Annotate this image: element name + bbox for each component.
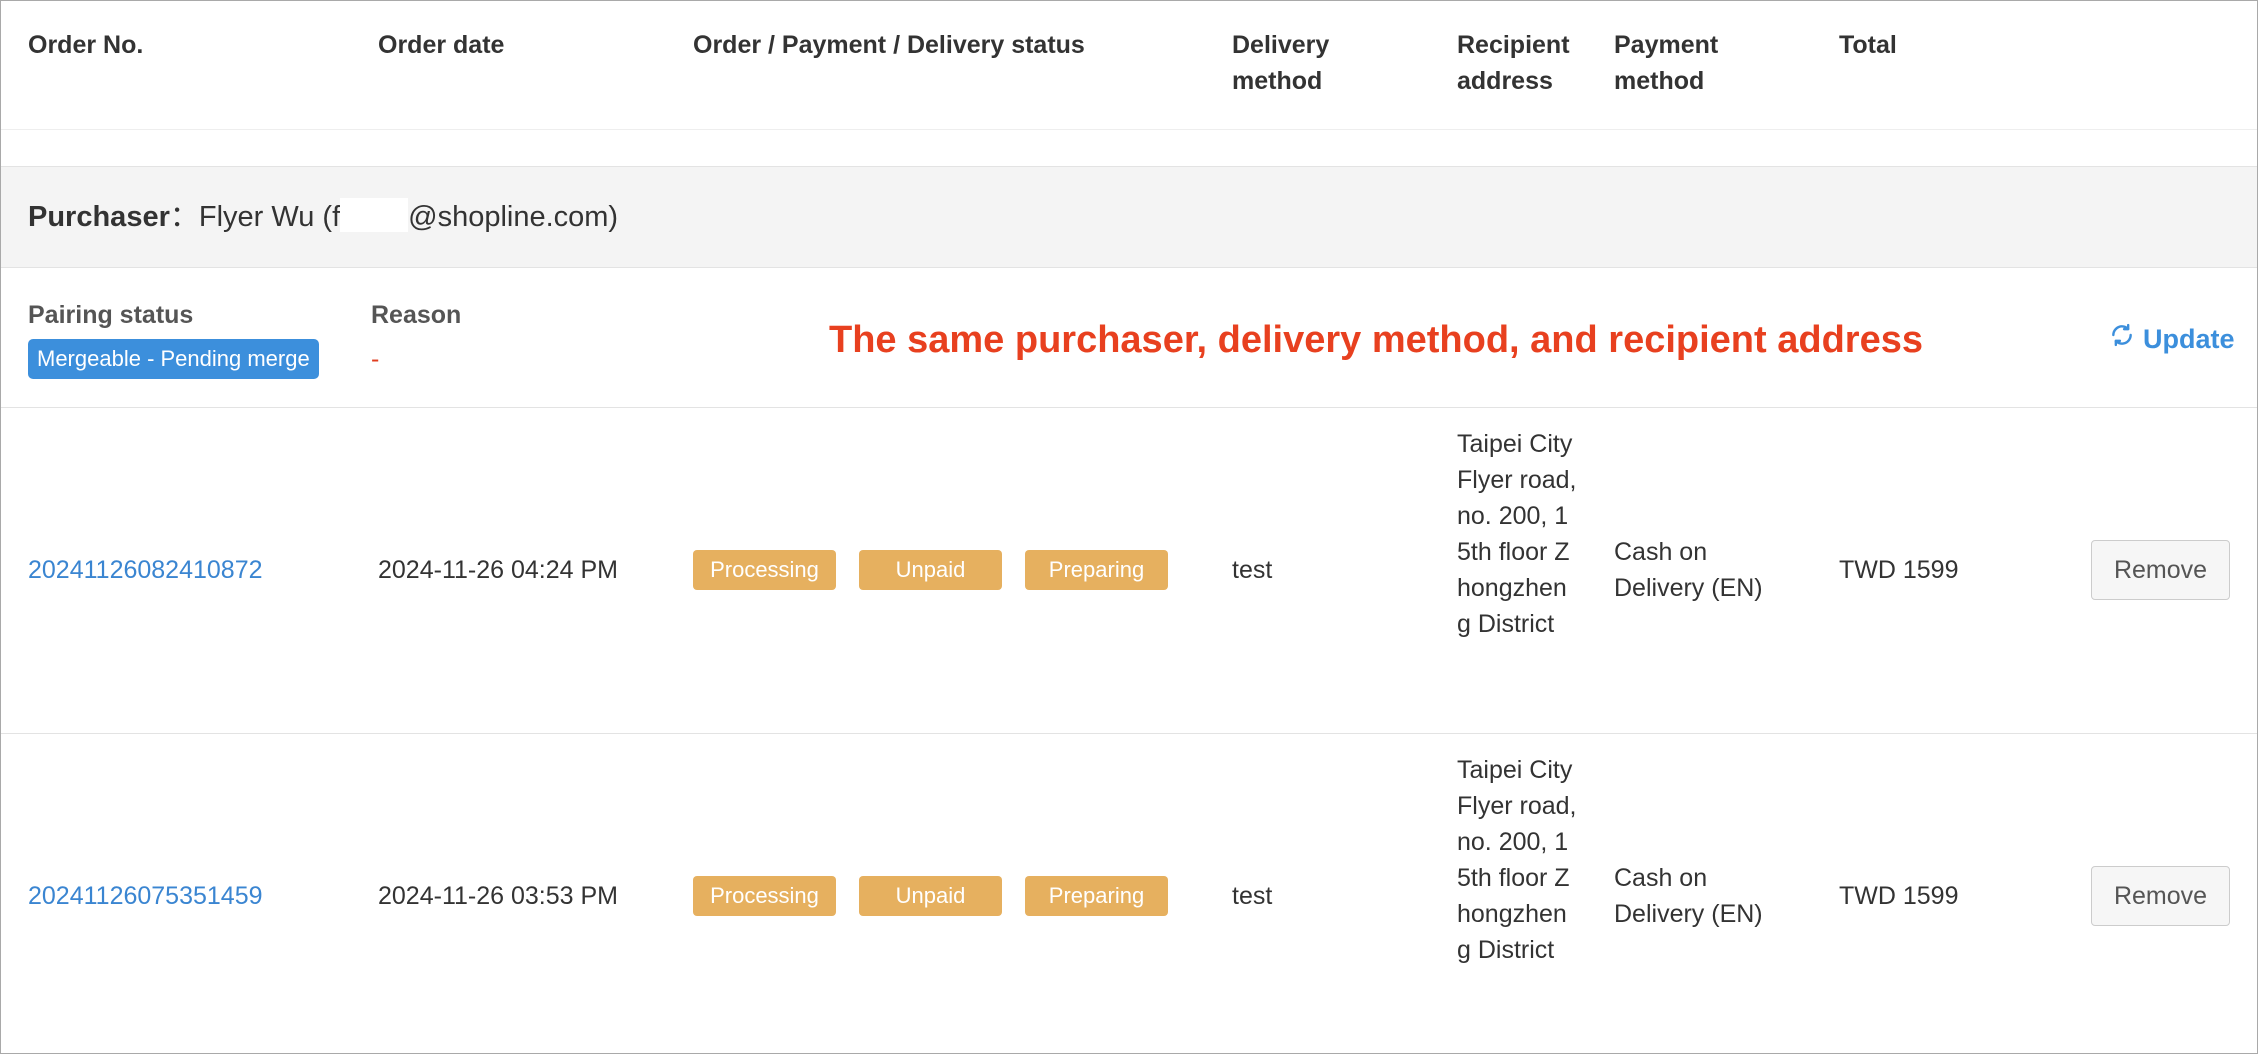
column-header-order-date: Order date (378, 31, 505, 59)
delivery-status-badge: Preparing (1025, 550, 1168, 590)
payment-status-badge: Unpaid (859, 550, 1002, 590)
order-number-link[interactable]: 20241126075351459 (28, 878, 263, 914)
annotation-text: The same purchaser, delivery method, and… (829, 319, 1923, 361)
payment-status-badge: Unpaid (859, 876, 1002, 916)
order-date: 2024-11-26 03:53 PM (378, 882, 618, 910)
order-number-link[interactable]: 20241126082410872 (28, 552, 263, 588)
pairing-status-row: Pairing status Mergeable - Pending merge… (1, 267, 2257, 408)
column-header-total: Total (1839, 31, 1897, 59)
column-header-payment-method: Payment method (1614, 31, 1719, 95)
update-label: Update (2143, 324, 2235, 354)
table-header: Order No. Order date Order / Payment / D… (1, 1, 2257, 130)
table-row: 20241126082410872 2024-11-26 04:24 PM Pr… (1, 408, 2257, 734)
order-date: 2024-11-26 04:24 PM (378, 556, 618, 584)
redacted-email-block (340, 198, 409, 233)
purchaser-info: Purchaser：Flyer Wu (f @shopline.com) (28, 198, 619, 235)
order-status-badge: Processing (693, 550, 836, 590)
remove-button[interactable]: Remove (2091, 866, 2230, 926)
delivery-method: test (1232, 882, 1273, 910)
refresh-icon (2109, 321, 2135, 357)
orders-merge-panel: Order No. Order date Order / Payment / D… (0, 0, 2258, 1054)
update-button[interactable]: Update (2109, 321, 2235, 357)
purchaser-separator: ： (169, 201, 199, 233)
payment-method: Cash on Delivery (EN) (1614, 538, 1763, 602)
delivery-method: test (1232, 556, 1273, 584)
order-total: TWD 1599 (1839, 882, 1959, 910)
column-header-delivery-method: Delivery method (1232, 31, 1330, 95)
delivery-status-badge: Preparing (1025, 876, 1168, 916)
payment-method: Cash on Delivery (EN) (1614, 864, 1763, 928)
recipient-address: Taipei City Flyer road, no. 200, 15th fl… (1457, 430, 1577, 638)
pairing-status-label: Pairing status (28, 301, 194, 329)
purchaser-bar: Purchaser：Flyer Wu (f @shopline.com) (1, 166, 2257, 268)
order-total: TWD 1599 (1839, 556, 1959, 584)
purchaser-email-domain: @shopline.com) (408, 201, 619, 233)
pairing-status-badge: Mergeable - Pending merge (28, 339, 319, 379)
reason-label: Reason (371, 301, 462, 329)
column-header-recipient-address: Recipient address (1457, 31, 1570, 95)
purchaser-label: Purchaser (28, 201, 170, 233)
recipient-address: Taipei City Flyer road, no. 200, 15th fl… (1457, 756, 1577, 964)
column-header-status: Order / Payment / Delivery status (693, 31, 1085, 59)
purchaser-name: Flyer Wu (f (198, 201, 341, 233)
column-header-order-no: Order No. (28, 31, 144, 59)
reason-value: - (371, 345, 380, 373)
order-status-badge: Processing (693, 876, 836, 916)
table-row: 20241126075351459 2024-11-26 03:53 PM Pr… (1, 734, 2257, 1053)
remove-button[interactable]: Remove (2091, 540, 2230, 600)
